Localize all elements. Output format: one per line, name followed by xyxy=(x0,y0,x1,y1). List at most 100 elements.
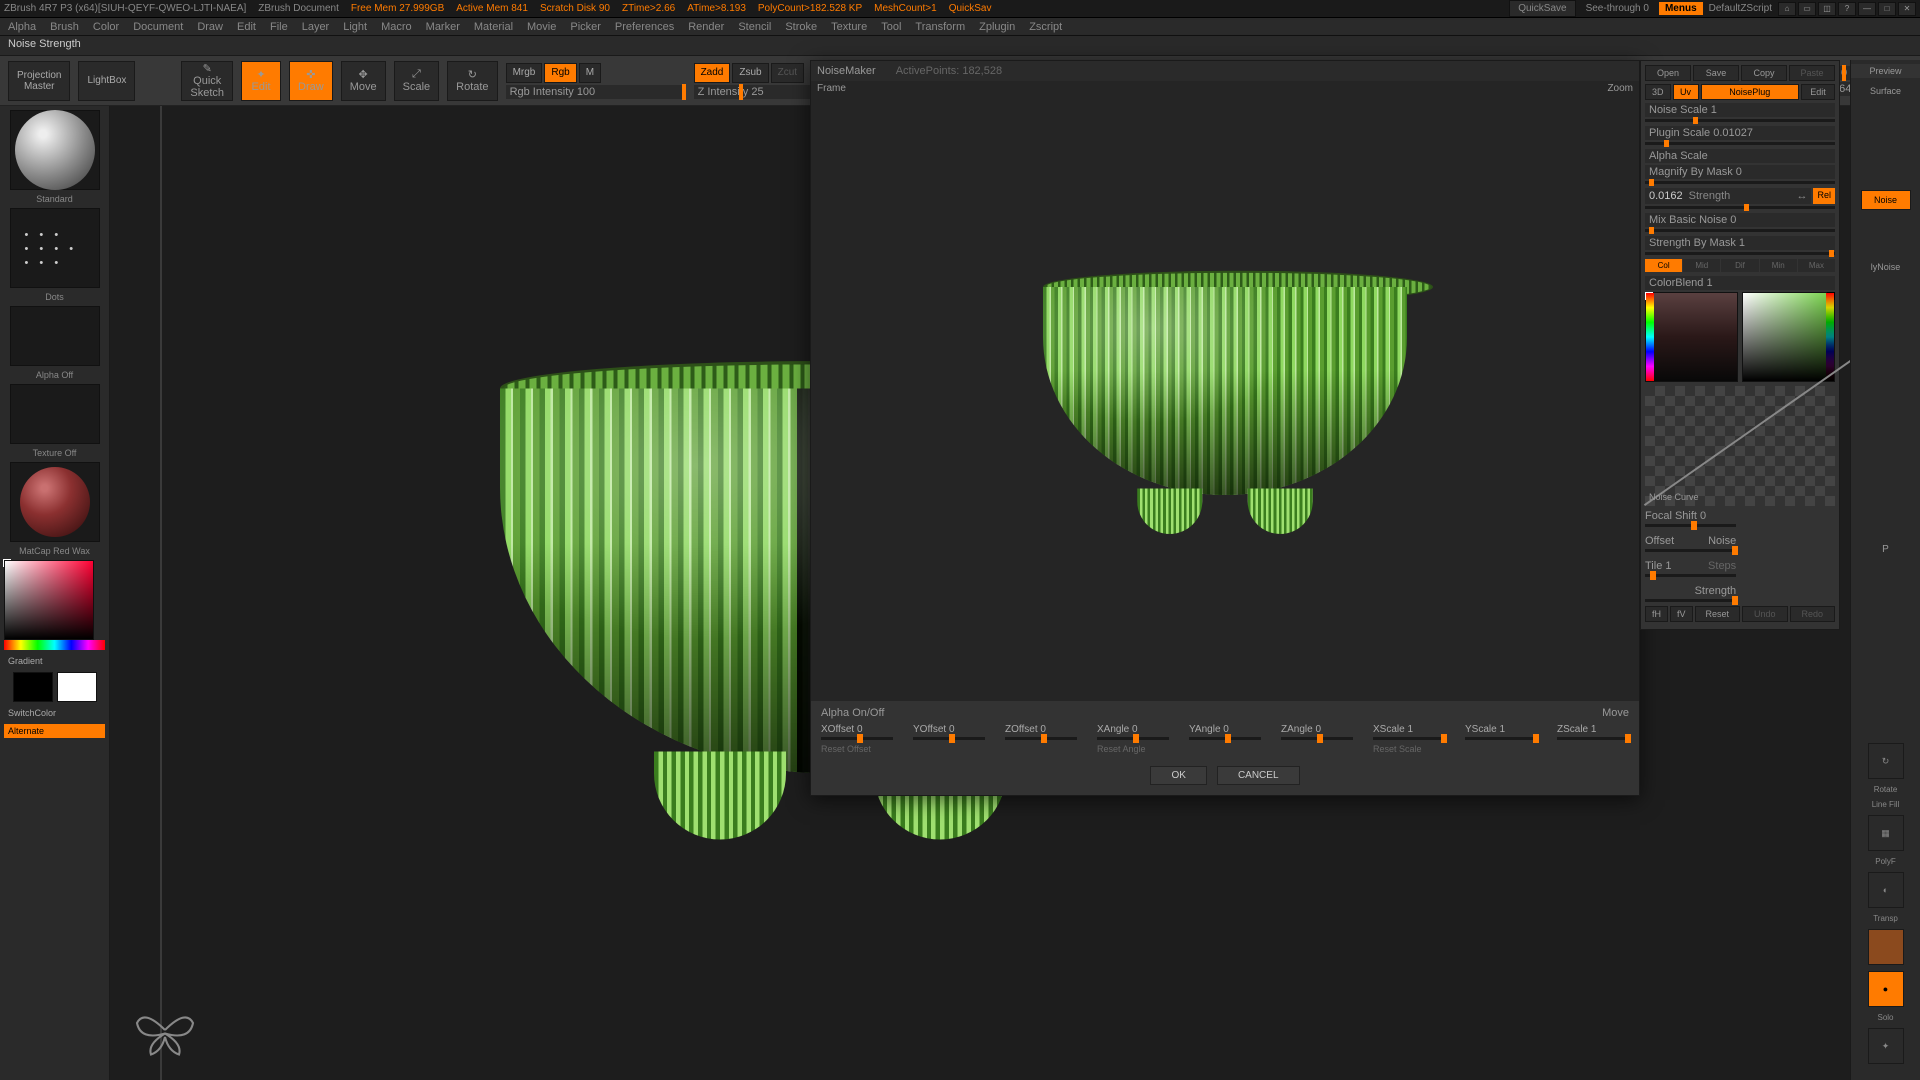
reset-angle-button[interactable]: Reset Angle xyxy=(1097,744,1353,754)
zscale-slider[interactable]: ZScale 1 xyxy=(1557,723,1629,740)
mode-max[interactable]: Max xyxy=(1798,259,1835,272)
mix-basic-noise-slider[interactable]: Mix Basic Noise 0 xyxy=(1645,213,1835,227)
color-picker[interactable] xyxy=(4,560,105,650)
menu-transform[interactable]: Transform xyxy=(915,21,965,33)
redo-button[interactable]: Redo xyxy=(1790,606,1836,622)
m-button[interactable]: M xyxy=(579,63,601,83)
menu-stencil[interactable]: Stencil xyxy=(738,21,771,33)
uv-button[interactable]: Uv xyxy=(1673,84,1699,100)
curve-strength-slider[interactable]: Strength xyxy=(1645,585,1736,602)
color-a-picker[interactable] xyxy=(1645,292,1738,382)
rgb-intensity-slider[interactable]: Rgb Intensity 100 xyxy=(506,85,686,99)
menu-light[interactable]: Light xyxy=(343,21,367,33)
menu-zscript[interactable]: Zscript xyxy=(1029,21,1062,33)
copy-button[interactable]: Copy xyxy=(1741,65,1787,81)
alpha-preview[interactable] xyxy=(10,306,100,366)
secondary-color[interactable] xyxy=(13,672,53,702)
gradient-button[interactable]: Gradient xyxy=(4,654,105,668)
menu-color[interactable]: Color xyxy=(93,21,119,33)
lightbox-button[interactable]: LightBox xyxy=(78,61,135,101)
brush-preview[interactable] xyxy=(10,110,100,190)
split-icon[interactable]: ◫ xyxy=(1818,2,1836,16)
surface-header[interactable]: Surface xyxy=(1851,84,1920,98)
default-zscript[interactable]: DefaultZScript xyxy=(1709,3,1772,14)
menu-stroke[interactable]: Stroke xyxy=(785,21,817,33)
frame-button[interactable]: Frame xyxy=(817,83,846,94)
menu-layer[interactable]: Layer xyxy=(302,21,330,33)
mode-col[interactable]: Col xyxy=(1645,259,1682,272)
zoffset-slider[interactable]: ZOffset 0 xyxy=(1005,723,1077,740)
noise-button[interactable]: Noise xyxy=(1861,190,1911,210)
switchcolor-button[interactable]: SwitchColor xyxy=(4,706,105,720)
reset-scale-button[interactable]: Reset Scale xyxy=(1373,744,1629,754)
curve-offset-slider[interactable]: OffsetNoise xyxy=(1645,535,1736,552)
3d-button[interactable]: 3D xyxy=(1645,84,1671,100)
xpose-icon[interactable]: ✦ xyxy=(1868,1028,1904,1064)
rotate-button[interactable]: ↻Rotate xyxy=(447,61,497,101)
hue-slider[interactable] xyxy=(4,640,105,650)
colorblend-slider[interactable]: ColorBlend 1 xyxy=(1645,276,1835,290)
alpha-toggle[interactable]: Alpha On/Off xyxy=(821,707,884,719)
ghost-icon[interactable] xyxy=(1868,929,1904,965)
menu-document[interactable]: Document xyxy=(133,21,183,33)
ok-button[interactable]: OK xyxy=(1150,766,1206,785)
reset-button[interactable]: Reset xyxy=(1695,606,1741,622)
polyf-icon[interactable]: ▦ xyxy=(1868,815,1904,851)
menus-toggle[interactable]: Menus xyxy=(1659,2,1703,15)
transp-icon[interactable]: ◐ xyxy=(1868,872,1904,908)
fv-button[interactable]: fV xyxy=(1670,606,1693,622)
home-icon[interactable]: ⌂ xyxy=(1778,2,1796,16)
yoffset-slider[interactable]: YOffset 0 xyxy=(913,723,985,740)
xscale-slider[interactable]: XScale 1 xyxy=(1373,723,1445,740)
strength-slider[interactable]: 0.0162Strength↔ xyxy=(1645,188,1811,204)
zoom-button[interactable]: Zoom xyxy=(1607,83,1633,94)
menu-movie[interactable]: Movie xyxy=(527,21,556,33)
p-button[interactable]: P xyxy=(1882,544,1889,555)
rgb-button[interactable]: Rgb xyxy=(544,63,576,83)
noise-preview-viewport[interactable]: Frame Zoom xyxy=(811,81,1639,701)
noise-curve-editor[interactable]: Noise Curve xyxy=(1645,386,1835,506)
cancel-button[interactable]: CANCEL xyxy=(1217,766,1300,785)
menu-edit[interactable]: Edit xyxy=(237,21,256,33)
yangle-slider[interactable]: YAngle 0 xyxy=(1189,723,1261,740)
help-icon[interactable]: ? xyxy=(1838,2,1856,16)
menu-picker[interactable]: Picker xyxy=(570,21,601,33)
noiseplug-button[interactable]: NoisePlug xyxy=(1701,84,1799,100)
material-preview[interactable] xyxy=(10,462,100,542)
magnify-mask-slider[interactable]: Magnify By Mask 0 xyxy=(1645,165,1835,179)
preview-header[interactable]: Preview xyxy=(1851,64,1920,78)
curve-focal-slider[interactable]: Focal Shift 0 xyxy=(1645,510,1736,527)
menu-draw[interactable]: Draw xyxy=(197,21,223,33)
move-button-np[interactable]: Move xyxy=(1602,707,1629,719)
color-b-picker[interactable] xyxy=(1742,292,1835,382)
projection-master-button[interactable]: Projection Master xyxy=(8,61,70,101)
menu-file[interactable]: File xyxy=(270,21,288,33)
mode-min[interactable]: Min xyxy=(1760,259,1797,272)
quicksketch-button[interactable]: ✎Quick Sketch xyxy=(181,61,233,101)
menu-alpha[interactable]: Alpha xyxy=(8,21,36,33)
zangle-slider[interactable]: ZAngle 0 xyxy=(1281,723,1353,740)
applynoise-button[interactable]: lyNoise xyxy=(1871,262,1901,272)
scale-button[interactable]: ⤢Scale xyxy=(394,61,440,101)
mrgb-button[interactable]: Mrgb xyxy=(506,63,543,83)
minimize-icon[interactable]: — xyxy=(1858,2,1876,16)
stroke-preview[interactable] xyxy=(10,208,100,288)
zsub-button[interactable]: Zsub xyxy=(732,63,768,83)
layout-icon[interactable]: ▭ xyxy=(1798,2,1816,16)
solo-icon[interactable]: ● xyxy=(1868,971,1904,1007)
seethrough-slider[interactable]: See-through 0 xyxy=(1586,3,1649,14)
alpha-scale-slider[interactable]: Alpha Scale xyxy=(1645,149,1835,163)
menu-tool[interactable]: Tool xyxy=(881,21,901,33)
yscale-slider[interactable]: YScale 1 xyxy=(1465,723,1537,740)
maximize-icon[interactable]: □ xyxy=(1878,2,1896,16)
mode-dif[interactable]: Dif xyxy=(1721,259,1758,272)
reset-offset-button[interactable]: Reset Offset xyxy=(821,744,1077,754)
rel-button[interactable]: Rel xyxy=(1813,188,1835,204)
texture-preview[interactable] xyxy=(10,384,100,444)
menu-brush[interactable]: Brush xyxy=(50,21,79,33)
menu-marker[interactable]: Marker xyxy=(426,21,460,33)
move-button[interactable]: ✥Move xyxy=(341,61,386,101)
zcut-button[interactable]: Zcut xyxy=(771,63,804,83)
curve-tile-slider[interactable]: Tile 1Steps xyxy=(1645,560,1736,577)
strength-by-mask-slider[interactable]: Strength By Mask 1 xyxy=(1645,236,1835,250)
